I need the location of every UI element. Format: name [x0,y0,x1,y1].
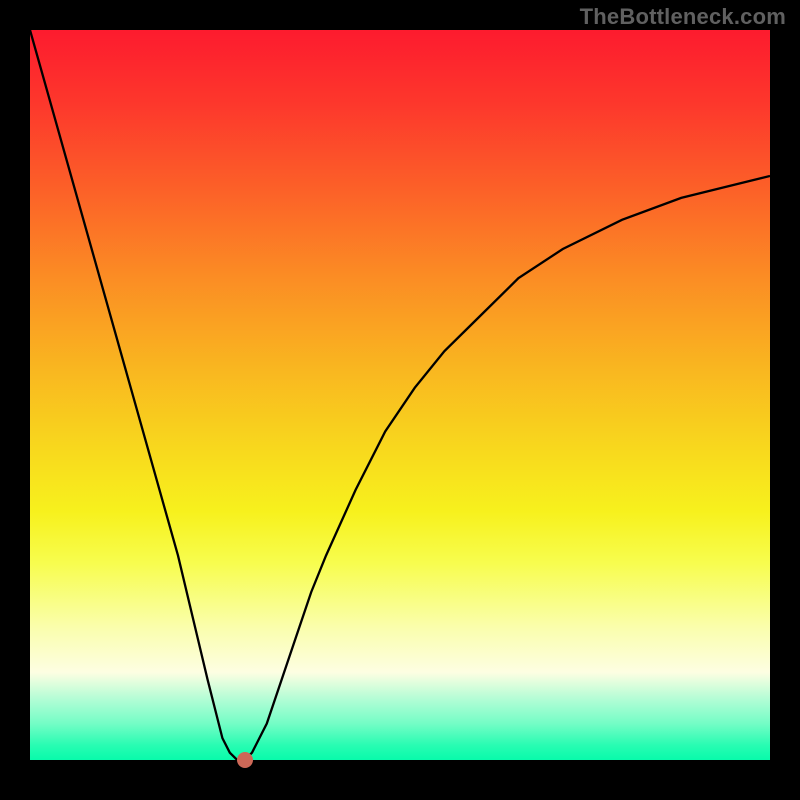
chart-frame: TheBottleneck.com [0,0,800,800]
watermark-text: TheBottleneck.com [580,4,786,30]
plot-area [30,30,770,760]
vertex-dot [237,752,253,768]
bottleneck-curve [30,30,770,760]
